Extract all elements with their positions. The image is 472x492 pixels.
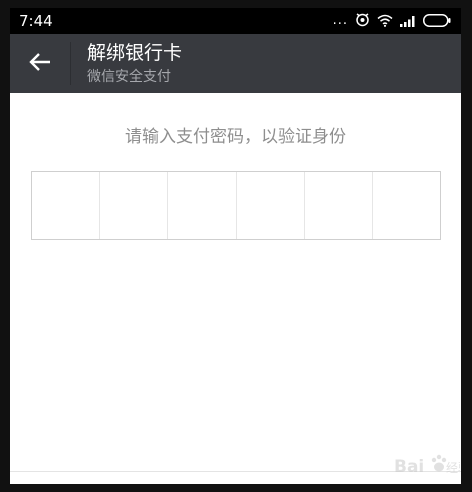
svg-text:经验: 经验 [446,460,460,475]
more-dots-icon: ... [332,13,348,28]
wifi-icon [377,12,393,31]
pin-digit-cell[interactable] [305,172,373,239]
back-arrow-icon [29,52,51,76]
status-bar: 7:44 ... [10,8,461,34]
phone-screen: 7:44 ... 解绑银行卡 微信安全支付 请输入支付密码，以验证身份 Bai … [10,8,461,484]
screenshot-frame: 7:44 ... 解绑银行卡 微信安全支付 请输入支付密码，以验证身份 Bai … [0,0,472,492]
page-subtitle: 微信安全支付 [87,69,171,85]
signal-icon [400,12,416,31]
page-title: 解绑银行卡 [87,42,183,64]
pin-digit-cell[interactable] [32,172,101,239]
svg-text:Bai: Bai [394,457,424,477]
battery-icon [423,12,451,31]
app-bar: 解绑银行卡 微信安全支付 [10,34,461,93]
watermark-logo: Bai 经验 [394,448,461,482]
pin-digit-cell[interactable] [100,172,169,239]
password-prompt: 请输入支付密码，以验证身份 [125,127,346,147]
app-bar-divider [70,42,71,85]
pin-digit-cell[interactable] [237,172,305,239]
payment-password-input[interactable] [31,171,441,240]
status-icons: ... [332,12,451,31]
back-button[interactable] [10,34,70,93]
status-time: 7:44 [19,12,53,30]
pin-digit-cell[interactable] [168,172,237,239]
alarm-icon [355,12,370,31]
pin-digit-cell[interactable] [373,172,440,239]
